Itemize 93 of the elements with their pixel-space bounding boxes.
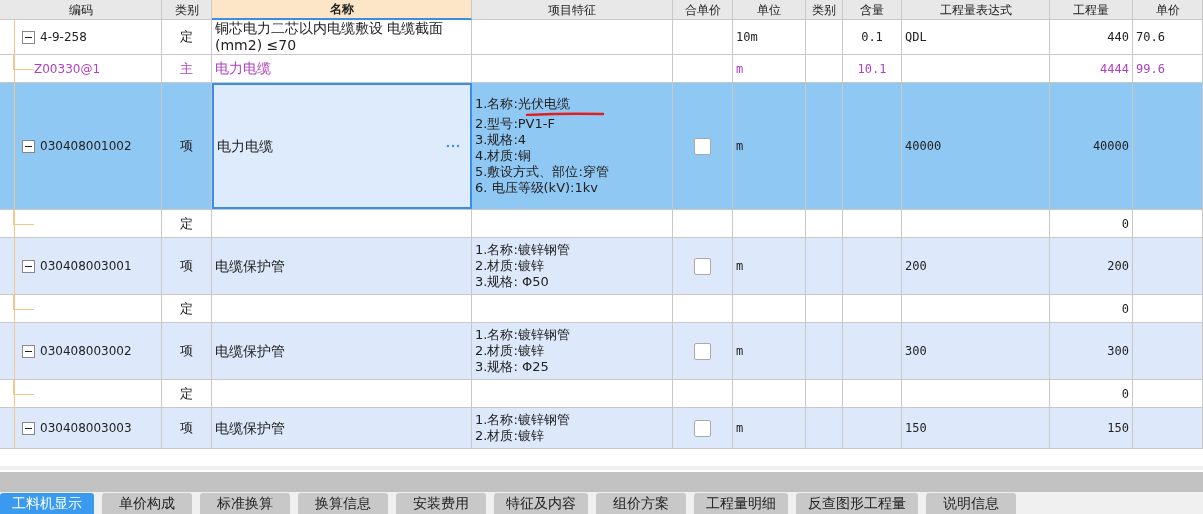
table-row[interactable]: 030408003001 项 电缆保护管 1.名称:镀锌钢管 2.材质:镀锌 3.规格: Φ50 m 200 200: [0, 238, 1203, 295]
feature-line: 5.敷设方式、部位:穿管: [475, 164, 609, 180]
checkbox[interactable]: [694, 257, 711, 275]
table-row[interactable]: 030408003002 项 电缆保护管 1.名称:镀锌钢管 2.材质:镀锌 3.规格: Φ25 m 300 300: [0, 323, 1203, 380]
quantity-text: 440: [1107, 30, 1129, 44]
tab[interactable]: 工程量明细: [694, 493, 788, 514]
unit-text: m: [736, 421, 744, 435]
content-text: 10.1: [857, 61, 887, 76]
tab[interactable]: 组价方案: [596, 493, 686, 514]
table-row[interactable]: 定 0: [0, 380, 1203, 408]
expression-text: QDL: [905, 30, 927, 44]
unit-text: m: [736, 344, 744, 358]
content-text: 0.1: [861, 30, 883, 44]
tab[interactable]: 安装费用: [396, 493, 486, 514]
type-text: 项: [180, 257, 193, 275]
price-text: 99.6: [1136, 61, 1165, 76]
name-text: 电缆保护管: [215, 342, 285, 360]
table-row[interactable]: Z00330@1 主 电力电缆 m 10.1 4444 99.6: [0, 55, 1203, 83]
tab[interactable]: 说明信息: [926, 493, 1016, 514]
tree-connector: [13, 210, 34, 225]
name-text: 电缆保护管: [215, 257, 285, 275]
unit-text: m: [736, 139, 744, 153]
feature-line: 1.名称:光伏电缆: [475, 96, 570, 112]
expression-text: 150: [905, 421, 927, 435]
quantity-text: 0: [1121, 301, 1129, 316]
type-text: 主: [180, 59, 193, 78]
expression-text: 200: [905, 259, 927, 273]
quantity-text: 0: [1121, 386, 1129, 401]
collapse-icon[interactable]: [22, 421, 35, 435]
code-text: 4-9-258: [40, 30, 87, 44]
feature-line: 6. 电压等级(kV):1kv: [475, 180, 598, 196]
quantity-text: 200: [1107, 259, 1129, 273]
feature-line: 3.规格: Φ25: [475, 359, 549, 375]
feature-line: 3.规格:4: [475, 132, 527, 148]
name-text: 铜芯电力二芯以内电缆敷设 电缆截面(mm2) ≤70: [215, 20, 445, 54]
feature-line: 1.名称:镀锌钢管: [475, 412, 570, 428]
column-header[interactable]: 名称: [212, 0, 472, 20]
feature-line: 2.材质:镀锌: [475, 343, 544, 359]
expression-text: 40000: [905, 139, 942, 153]
table-row[interactable]: 定 0: [0, 295, 1203, 323]
tree-connector: [13, 295, 34, 310]
quantity-text: 300: [1107, 344, 1129, 358]
type-text: 项: [180, 342, 193, 360]
unit-text: m: [736, 61, 744, 76]
tree-connector: [13, 380, 34, 395]
tab[interactable]: 标准换算: [200, 493, 290, 514]
tab[interactable]: 换算信息: [298, 493, 388, 514]
quantity-text: 150: [1107, 421, 1129, 435]
horizontal-scrollbar[interactable]: [0, 470, 1203, 492]
feature-line: 1.名称:镀锌钢管: [475, 327, 570, 343]
price-text: 70.6: [1136, 30, 1165, 44]
feature-line: 3.规格: Φ50: [475, 274, 549, 290]
type-text: 定: [180, 214, 193, 233]
feature-line: 1.名称:镀锌钢管: [475, 242, 570, 258]
type-text: 定: [180, 28, 193, 46]
expression-text: 300: [905, 344, 927, 358]
unit-text: m: [736, 259, 744, 273]
unit-text: 10m: [736, 30, 758, 44]
collapse-icon[interactable]: [22, 259, 35, 273]
tab[interactable]: 单价构成: [102, 493, 192, 514]
feature-line: 4.材质:铜: [475, 148, 531, 164]
name-text: 电缆保护管: [215, 419, 285, 437]
code-text: Z00330@1: [34, 61, 101, 76]
table-row[interactable]: 定 0: [0, 210, 1203, 238]
code-text: 030408003001: [40, 259, 132, 273]
feature-line: 2.材质:镀锌: [475, 428, 544, 444]
type-text: 定: [180, 299, 193, 318]
feature-line: 2.型号:PV1-F: [475, 116, 555, 132]
quantity-text: 40000: [1092, 139, 1129, 153]
collapse-icon[interactable]: [22, 30, 35, 44]
code-text: 030408003003: [40, 421, 132, 435]
type-text: 项: [180, 137, 193, 155]
tab[interactable]: 反查图形工程量: [796, 493, 918, 514]
collapse-icon[interactable]: [22, 139, 35, 153]
checkbox[interactable]: [694, 419, 711, 437]
quantity-text: 0: [1121, 216, 1129, 231]
quantity-text: 4444: [1100, 61, 1129, 76]
tree-connector: [13, 55, 34, 70]
type-text: 项: [180, 419, 193, 437]
code-text: 030408001002: [40, 139, 132, 153]
table-row[interactable]: 4-9-258 定 铜芯电力二芯以内电缆敷设 电缆截面(mm2) ≤70 10m 0.1 QDL 440 70.6: [0, 20, 1203, 55]
name-text: 电力电缆: [215, 60, 271, 77]
checkbox[interactable]: [694, 137, 711, 155]
checkbox[interactable]: [694, 342, 711, 360]
more-icon[interactable]: [446, 144, 460, 148]
table-row[interactable]: 030408003003 项 电缆保护管 1.名称:镀锌钢管 2.材质:镀锌 m 150 150: [0, 408, 1203, 449]
collapse-icon[interactable]: [22, 344, 35, 358]
table-row[interactable]: 030408001002 项 电力电缆 1.名称:光伏电缆 2.型号:PV1-F 3.规格:4 4.材质:铜 5.敷设方式、部位:穿管 6. 电压等级(kV):1kv m 40000 40000: [0, 83, 1203, 210]
code-text: 030408003002: [40, 344, 132, 358]
feature-line: 2.材质:镀锌: [475, 258, 544, 274]
tab[interactable]: 特征及内容: [494, 493, 588, 514]
type-text: 定: [180, 384, 193, 403]
name-text: 电力电缆: [217, 137, 273, 155]
